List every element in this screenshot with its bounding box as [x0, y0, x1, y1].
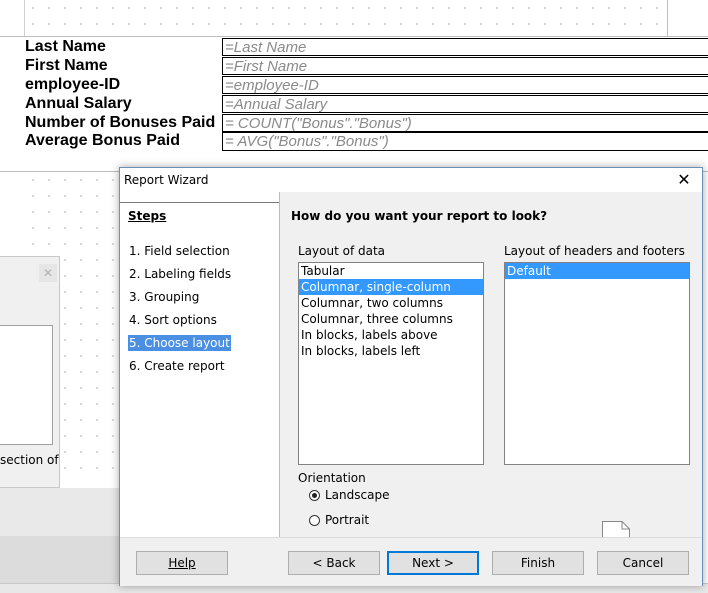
section-divider-top: [0, 36, 708, 37]
report-wizard-dialog: Report Wizard ✕ Steps 1. Field selection…: [119, 167, 703, 586]
list-item[interactable]: Default: [505, 263, 689, 279]
list-item[interactable]: Columnar, three columns: [299, 311, 483, 327]
list-item[interactable]: In blocks, labels left: [299, 343, 483, 359]
steps-heading: Steps: [128, 209, 167, 223]
dialog-title: Report Wizard: [124, 173, 209, 187]
radio-circle[interactable]: [309, 489, 320, 501]
layout-of-data-list[interactable]: Tabular Columnar, single-column Columnar…: [298, 262, 484, 465]
orientation-landscape-radio[interactable]: Landscape: [309, 488, 389, 502]
orientation-portrait-radio[interactable]: Portrait: [309, 513, 369, 527]
field-label-bonus-count[interactable]: Number of Bonuses Paid: [25, 113, 215, 132]
headers-footers-list[interactable]: Default: [504, 262, 690, 465]
layout-of-data-label: Layout of data: [298, 244, 386, 258]
page-margin-left: [24, 0, 25, 36]
close-icon[interactable]: ✕: [672, 169, 696, 191]
step-create-report[interactable]: 6. Create report: [128, 358, 226, 374]
field-value-first-name[interactable]: =First Name: [222, 57, 708, 75]
step-choose-layout[interactable]: 5. Choose layout: [128, 335, 231, 351]
list-item[interactable]: Tabular: [299, 263, 483, 279]
next-button-label: Next >: [412, 556, 454, 570]
list-item[interactable]: In blocks, labels above: [299, 327, 483, 343]
field-label-bonus-avg[interactable]: Average Bonus Paid: [25, 131, 180, 150]
layout-question: How do you want your report to look?: [291, 209, 548, 223]
field-value-annual-salary[interactable]: =Annual Salary: [222, 95, 708, 113]
background-panel: [0, 536, 120, 583]
step-sort-options[interactable]: 4. Sort options: [128, 312, 218, 328]
back-button[interactable]: < Back: [288, 551, 380, 575]
cancel-button-label: Cancel: [622, 556, 664, 570]
cancel-button[interactable]: Cancel: [597, 551, 689, 575]
finish-button[interactable]: Finish: [492, 551, 584, 575]
step-field-selection[interactable]: 1. Field selection: [128, 243, 231, 259]
radio-circle[interactable]: [309, 514, 320, 526]
field-value-bonus-count[interactable]: = COUNT("Bonus"."Bonus"): [222, 114, 708, 132]
background-dialog-text: section of: [0, 453, 59, 467]
field-value-last-name[interactable]: =Last Name: [222, 38, 708, 56]
radio-label: Landscape: [325, 488, 390, 502]
background-dialog-box: [0, 325, 53, 445]
help-button-label: Help: [168, 556, 196, 570]
dialog-footer: Help < Back Next > Finish Cancel: [120, 537, 702, 586]
steps-pane: Steps 1. Field selection 2. Labeling fie…: [120, 192, 279, 537]
close-icon: ✕: [39, 264, 57, 282]
list-item[interactable]: Columnar, single-column: [299, 279, 483, 295]
finish-button-label: Finish: [520, 556, 556, 570]
field-label-employee-id[interactable]: employee-ID: [25, 75, 120, 94]
list-item[interactable]: Columnar, two columns: [299, 295, 483, 311]
layout-content-pane: How do you want your report to look? Lay…: [280, 192, 702, 545]
field-label-annual-salary[interactable]: Annual Salary: [25, 94, 132, 113]
headers-footers-label: Layout of headers and footers: [504, 244, 685, 258]
field-label-first-name[interactable]: First Name: [25, 56, 108, 75]
field-label-last-name[interactable]: Last Name: [25, 37, 106, 56]
steps-divider: [120, 202, 279, 203]
step-grouping[interactable]: 3. Grouping: [128, 289, 200, 305]
orientation-label: Orientation: [298, 471, 366, 485]
step-labeling-fields[interactable]: 2. Labeling fields: [128, 266, 232, 282]
field-value-bonus-avg[interactable]: = AVG("Bonus"."Bonus"): [222, 132, 708, 151]
page-margin-right: [667, 0, 668, 36]
dialog-titlebar: Report Wizard ✕: [120, 168, 702, 192]
next-button[interactable]: Next >: [387, 551, 479, 575]
design-grid-top: [25, 0, 667, 36]
background-toolbar: [0, 488, 120, 536]
background-dialog: ✕ section of: [0, 256, 60, 488]
back-button-label: < Back: [312, 556, 356, 570]
field-value-employee-id[interactable]: =employee-ID: [222, 76, 708, 94]
radio-label: Portrait: [325, 513, 370, 527]
help-button[interactable]: Help: [136, 551, 228, 575]
